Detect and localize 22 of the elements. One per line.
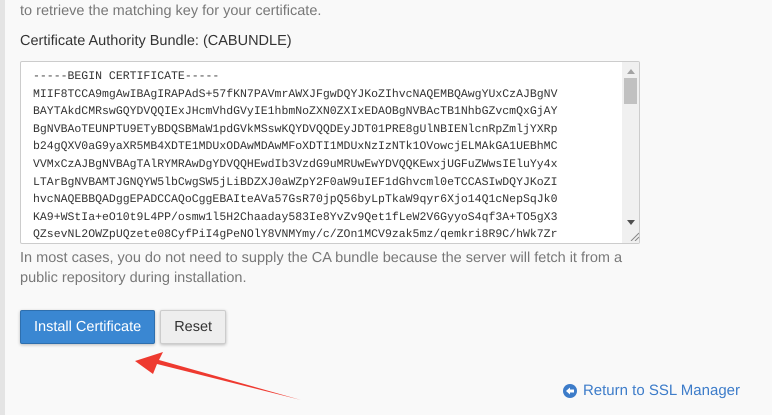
certificate-line: BAYTAkdCMRswGQYDVQQIExJHcmVhdGVyIE1hbmNoZXN0ZXIxEDAOBgNVBAcTB1NhbGZvcmQxGjAY	[33, 104, 558, 120]
certificate-line: KA9+WStIa+eO10t9L4PP/osmw1l5H2Chaaday583Ie8YvZv9Qet1fLeW2V6GyyoS4qf3A+TO5gX3	[33, 210, 558, 226]
field-label: Certificate Authority Bundle: (CABUNDLE)	[20, 32, 293, 50]
scroll-down-icon[interactable]	[626, 220, 634, 225]
certificate-line: LTArBgNVBAMTJGNQYW5lbCwgSW5jLiBDZXJ0aWZpY2F0aW9uIEF1dGhvcml0eTCCASIwDQYJKoZI	[33, 174, 558, 191]
scroll-up-icon[interactable]	[626, 69, 634, 74]
certificate-line: MIIF8TCCA9mgAwIBAgIRAPAdS+57fKN7PAVmrAWXJFgwDQYJKoZIhvcNAQEMBQAwgYUxCzAJBgNV	[33, 86, 558, 103]
cabundle-textarea[interactable]	[20, 61, 640, 244]
certificate-line: BgNVBAoTEUNPTU9ETyBDQSBMaW1pdGVkMSswKQYDVQQDEyJDT01PRE8gUlNBIENlcnRpZmljYXRp	[33, 122, 558, 138]
certificate-line: b24gQXV0aG9yaXR5MB4XDTE1MDUxODAwMDAwMFoXDTI1MDUxNzIzNTk1OVowcjELMAkGA1UEBhMC	[33, 139, 558, 156]
return-link[interactable]: Return to SSL Manager	[562, 382, 740, 399]
certificate-line: hvcNAQEBBQADggEPADCCAQoCggEBAIteAVa57GsR70jpQ56byLpTkaW9qyr6Xjo14Q1cNepSqJk0	[33, 192, 558, 208]
reset-button[interactable]: Reset	[160, 310, 226, 344]
intro-text: to retrieve the matching key for your certificate.	[20, 2, 322, 20]
scrollbar-thumb[interactable]	[624, 78, 637, 104]
certificate-line: VVMxCzAJBgNVBAgTAlRYMRAwDgYDVQQHEwdIb3VzdG9uMRUwEwYDVQQKEwxjUGFuZWwsIEluYy4x	[33, 156, 558, 173]
install-button[interactable]: Install Certificate	[20, 310, 156, 344]
resize-grip-icon[interactable]	[629, 231, 639, 241]
scrollbar[interactable]	[622, 62, 639, 243]
certificate-line: -----BEGIN CERTIFICATE-----	[33, 69, 220, 85]
help-text: In most cases, you do not need to supply the CA bundle because the server will fetch it from a public repository during installation.	[20, 249, 624, 288]
certificate-line: QZsevNL2OWZpUQzete08CyfPiI4gPeNOlY8VNMYmy/c/ZOn1MCV9zak5mz/qemkri8R9C/hWk7Zr	[33, 227, 558, 243]
